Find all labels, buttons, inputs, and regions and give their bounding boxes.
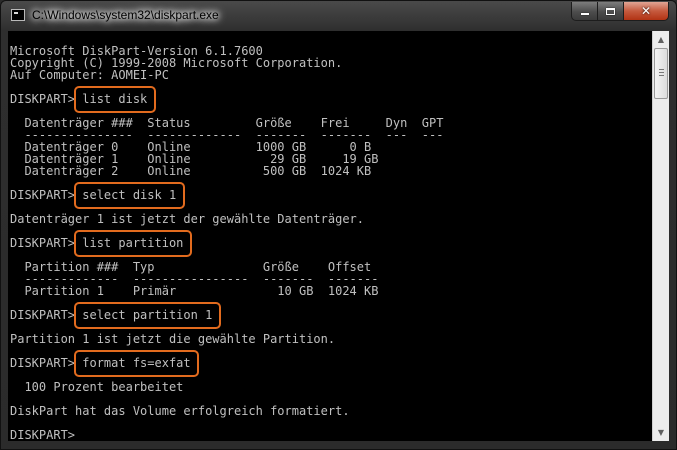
console-line: Partition 1 ist jetzt die gewählte Parti… bbox=[10, 332, 336, 346]
scroll-thumb[interactable] bbox=[654, 48, 668, 99]
window-title: C:\Windows\system32\diskpart.exe bbox=[32, 8, 219, 22]
console-line: Datenträger 2 Online 500 GB 1024 KB bbox=[10, 164, 372, 178]
command-highlight-box bbox=[73, 86, 157, 113]
command-highlight-box bbox=[73, 350, 200, 377]
close-icon: ✕ bbox=[640, 4, 652, 18]
console-line: DISKPART> bbox=[10, 428, 83, 441]
scroll-up-arrow-icon[interactable]: ▲ bbox=[653, 31, 669, 48]
command-highlight-box bbox=[73, 230, 193, 257]
caption-buttons: ✕ bbox=[571, 2, 669, 21]
title-bar[interactable]: C:\Windows\system32\diskpart.exe ✕ bbox=[1, 1, 676, 31]
maximize-icon bbox=[606, 7, 615, 15]
console-line: Partition 1 Primär 10 GB 1024 KB bbox=[10, 284, 379, 298]
console-output[interactable]: Microsoft DiskPart-Version 6.1.7600 Copyr… bbox=[8, 31, 652, 441]
console-line: Auf Computer: AOMEI-PC bbox=[10, 68, 169, 82]
console-line: 100 Prozent bearbeitet bbox=[10, 380, 184, 394]
maximize-button[interactable] bbox=[598, 2, 624, 21]
console-line: Datenträger 1 ist jetzt der gewählte Dat… bbox=[10, 212, 365, 226]
minimize-button[interactable] bbox=[571, 2, 598, 21]
console-window: C:\Windows\system32\diskpart.exe ✕ Micro… bbox=[0, 0, 677, 450]
vertical-scrollbar[interactable]: ▲ ▼ bbox=[652, 31, 669, 441]
console-line: DiskPart hat das Volume erfolgreich form… bbox=[10, 404, 350, 418]
close-button[interactable]: ✕ bbox=[624, 2, 669, 21]
minimize-icon bbox=[580, 13, 589, 15]
command-highlight-box bbox=[73, 182, 186, 209]
command-highlight-box bbox=[73, 302, 222, 329]
scroll-down-arrow-icon[interactable]: ▼ bbox=[653, 424, 669, 441]
console-icon[interactable] bbox=[11, 9, 25, 21]
